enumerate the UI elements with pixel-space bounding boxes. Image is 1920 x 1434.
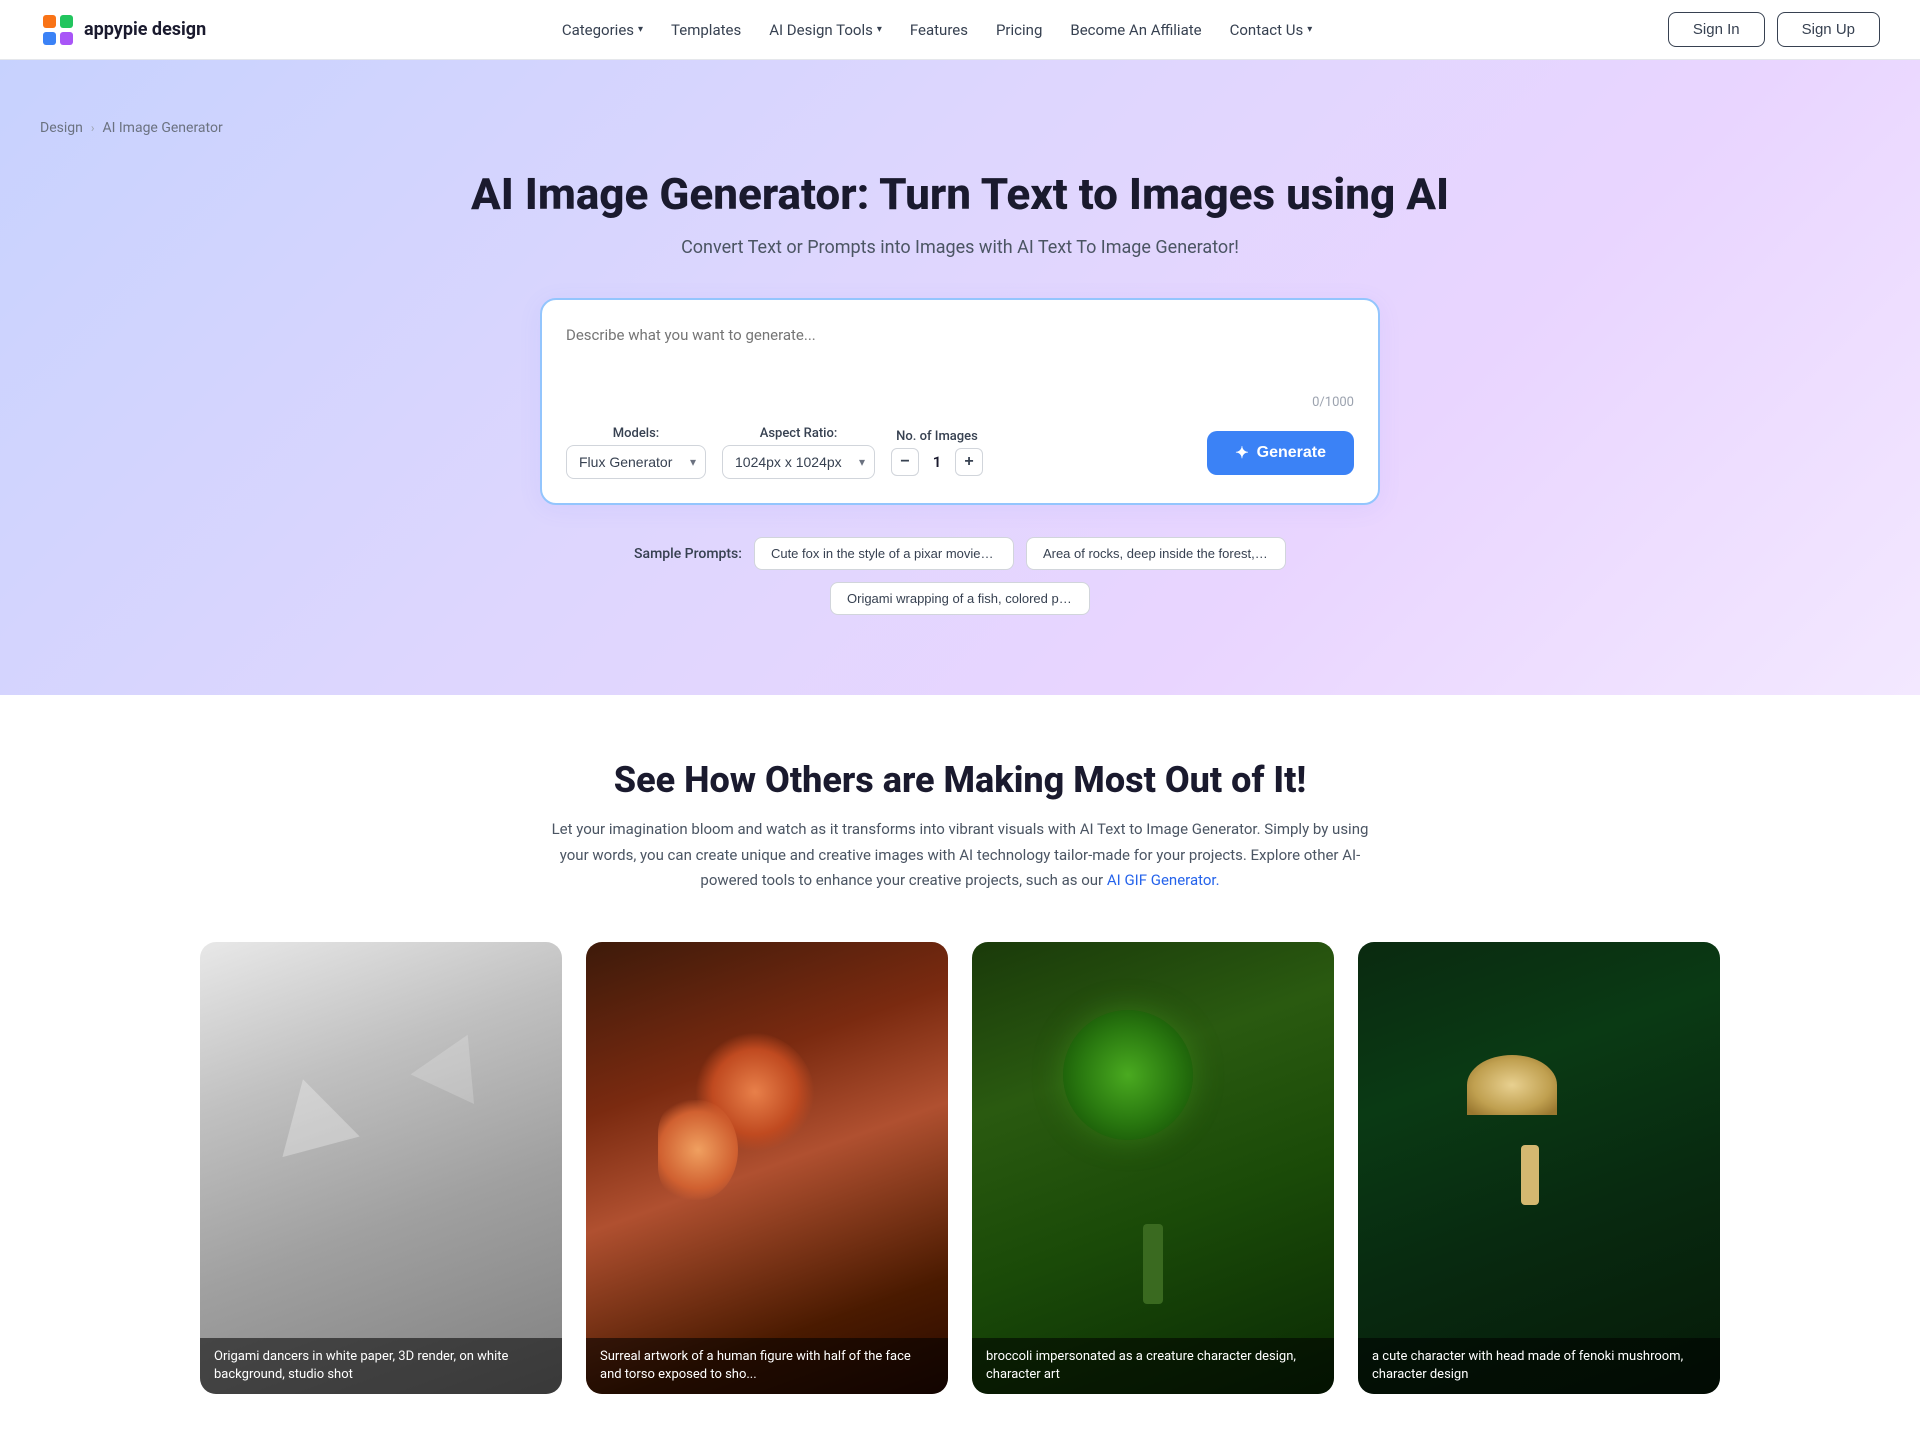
- sample-prompts-label: Sample Prompts:: [634, 546, 742, 562]
- models-label: Models:: [566, 426, 706, 441]
- increase-images-button[interactable]: +: [955, 448, 983, 476]
- images-stepper: − 1 +: [891, 448, 983, 476]
- generate-icon: ✦: [1235, 443, 1248, 463]
- nav-item-contact[interactable]: Contact Us ▾: [1230, 21, 1313, 39]
- nav-actions: Sign In Sign Up: [1668, 12, 1880, 47]
- nav-item-affiliate[interactable]: Become An Affiliate: [1070, 21, 1201, 39]
- gallery-caption-2: Surreal artwork of a human figure with h…: [586, 1338, 948, 1394]
- gallery-grid: Origami dancers in white paper, 3D rende…: [200, 942, 1720, 1395]
- nav-links: Categories ▾ Templates AI Design Tools ▾…: [562, 21, 1312, 39]
- breadcrumb-separator: ›: [91, 121, 95, 135]
- aspect-ratio-select-wrapper: 1024px x 1024px: [722, 445, 875, 479]
- decrease-images-button[interactable]: −: [891, 448, 919, 476]
- gallery-title: See How Others are Making Most Out of It…: [200, 759, 1720, 801]
- navbar: appypie design Categories ▾ Templates AI…: [0, 0, 1920, 60]
- breadcrumb-current: AI Image Generator: [102, 120, 222, 136]
- sample-prompt-3[interactable]: Origami wrapping of a fish, colored pape…: [830, 582, 1090, 615]
- gallery-section: See How Others are Making Most Out of It…: [0, 695, 1920, 1434]
- gallery-image-2: [586, 942, 948, 1395]
- sample-prompt-2[interactable]: Area of rocks, deep inside the forest, d…: [1026, 537, 1286, 570]
- aspect-ratio-select[interactable]: 1024px x 1024px: [722, 445, 875, 479]
- logo-text: appypie design: [84, 19, 206, 40]
- gallery-caption-3: broccoli impersonated as a creature char…: [972, 1338, 1334, 1394]
- generator-card: 0/1000 Models: Flux Generator Aspect Rat…: [540, 298, 1380, 506]
- chevron-down-icon: ▾: [638, 24, 643, 35]
- nav-item-categories[interactable]: Categories ▾: [562, 21, 643, 39]
- page-subtitle: Convert Text or Prompts into Images with…: [40, 237, 1880, 258]
- generate-button[interactable]: ✦ Generate: [1207, 431, 1354, 475]
- images-count-value: 1: [927, 453, 947, 471]
- aspect-ratio-group: Aspect Ratio: 1024px x 1024px: [722, 426, 875, 479]
- gallery-description: Let your imagination bloom and watch as …: [550, 817, 1370, 894]
- gallery-item-4[interactable]: a cute character with head made of fenok…: [1358, 942, 1720, 1395]
- chevron-down-icon: ▾: [1307, 24, 1312, 35]
- gif-generator-link[interactable]: AI GIF Generator.: [1107, 871, 1220, 889]
- gallery-item-2[interactable]: Surreal artwork of a human figure with h…: [586, 942, 948, 1395]
- prompt-input[interactable]: [566, 324, 1354, 392]
- gallery-caption-1: Origami dancers in white paper, 3D rende…: [200, 1338, 562, 1394]
- gallery-item-1[interactable]: Origami dancers in white paper, 3D rende…: [200, 942, 562, 1395]
- generator-controls: Models: Flux Generator Aspect Ratio: 102…: [566, 426, 1354, 479]
- models-select-wrapper: Flux Generator: [566, 445, 706, 479]
- sample-prompts: Sample Prompts: Cute fox in the style of…: [540, 537, 1380, 615]
- nav-item-templates[interactable]: Templates: [671, 21, 741, 39]
- gallery-image-1: [200, 942, 562, 1395]
- models-select[interactable]: Flux Generator: [566, 445, 706, 479]
- gallery-item-3[interactable]: broccoli impersonated as a creature char…: [972, 942, 1334, 1395]
- sample-prompt-1[interactable]: Cute fox in the style of a pixar movie w…: [754, 537, 1014, 570]
- nav-item-pricing[interactable]: Pricing: [996, 21, 1042, 39]
- models-group: Models: Flux Generator: [566, 426, 706, 479]
- char-count: 0/1000: [566, 395, 1354, 410]
- sign-in-button[interactable]: Sign In: [1668, 12, 1765, 47]
- hero-section: Design › AI Image Generator AI Image Gen…: [0, 60, 1920, 695]
- generate-label: Generate: [1257, 444, 1326, 462]
- nav-item-ai-design-tools[interactable]: AI Design Tools ▾: [769, 21, 882, 39]
- images-count-group: No. of Images − 1 +: [891, 429, 983, 476]
- chevron-down-icon: ▾: [877, 24, 882, 35]
- aspect-ratio-label: Aspect Ratio:: [722, 426, 875, 441]
- breadcrumb: Design › AI Image Generator: [40, 120, 1880, 136]
- breadcrumb-design[interactable]: Design: [40, 120, 83, 136]
- gallery-image-4: [1358, 942, 1720, 1395]
- images-count-label: No. of Images: [891, 429, 983, 444]
- logo-icon: [40, 12, 76, 48]
- nav-item-features[interactable]: Features: [910, 21, 968, 39]
- page-title: AI Image Generator: Turn Text to Images …: [40, 168, 1880, 221]
- sign-up-button[interactable]: Sign Up: [1777, 12, 1880, 47]
- logo[interactable]: appypie design: [40, 12, 206, 48]
- gallery-image-3: [972, 942, 1334, 1395]
- gallery-caption-4: a cute character with head made of fenok…: [1358, 1338, 1720, 1394]
